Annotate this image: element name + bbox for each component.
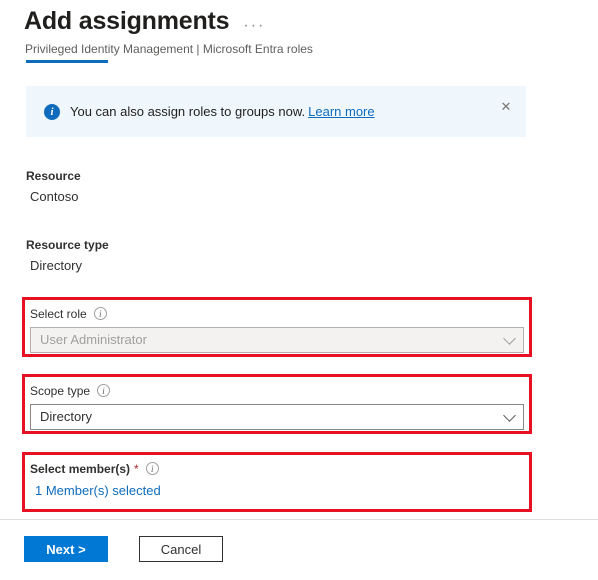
select-role-label-row: Select role i (30, 305, 524, 322)
scope-type-dropdown[interactable]: Directory (30, 404, 524, 430)
select-members-group: Select member(s) * i 1 Member(s) selecte… (30, 460, 524, 500)
close-icon[interactable]: ✕ (496, 97, 516, 117)
chevron-down-icon (503, 332, 516, 345)
next-button[interactable]: Next > (24, 536, 108, 562)
resource-group: Resource Contoso (26, 168, 81, 206)
resource-type-label: Resource type (26, 238, 109, 252)
scope-type-label: Scope type (30, 383, 91, 398)
info-banner-message: You can also assign roles to groups now. (70, 103, 306, 119)
page-breadcrumb-subtitle: Privileged Identity Management | Microso… (25, 42, 313, 56)
active-tab-indicator (26, 60, 108, 63)
info-icon: i (44, 103, 60, 120)
select-role-group: Select role i User Administrator (30, 305, 524, 353)
info-banner-text: You can also assign roles to groups now.… (70, 103, 375, 121)
resource-label: Resource (26, 169, 81, 183)
scope-type-label-row: Scope type i (30, 382, 524, 399)
resource-type-group: Resource type Directory (26, 237, 109, 275)
selected-members-link[interactable]: 1 Member(s) selected (30, 482, 161, 500)
select-members-label: Select member(s) (30, 461, 131, 476)
footer-actions: Next > Cancel (24, 536, 223, 562)
info-circle-icon[interactable]: i (93, 307, 107, 320)
page-title: Add assignments (24, 7, 230, 35)
scope-type-value: Directory (40, 409, 93, 424)
select-role-dropdown[interactable]: User Administrator (30, 327, 524, 353)
title-row: Add assignments ··· (0, 0, 598, 36)
info-circle-icon[interactable]: i (145, 462, 159, 475)
select-role-label: Select role (30, 306, 87, 321)
chevron-down-icon (503, 409, 516, 422)
info-circle-icon[interactable]: i (97, 384, 111, 397)
scope-type-group: Scope type i Directory (30, 382, 524, 430)
page-header: Add assignments ··· Privileged Identity … (0, 0, 598, 57)
tabstrip (26, 60, 566, 64)
resource-type-value: Directory (30, 258, 83, 273)
resource-value: Contoso (30, 189, 79, 204)
select-members-label-row: Select member(s) * i (30, 460, 524, 477)
cancel-button[interactable]: Cancel (139, 536, 223, 562)
info-banner: i You can also assign roles to groups no… (26, 86, 526, 137)
footer-divider (0, 519, 598, 520)
more-options-button[interactable]: ··· (243, 18, 265, 34)
required-marker: * (134, 461, 139, 476)
select-role-value: User Administrator (40, 332, 147, 347)
learn-more-link[interactable]: Learn more (308, 104, 374, 119)
